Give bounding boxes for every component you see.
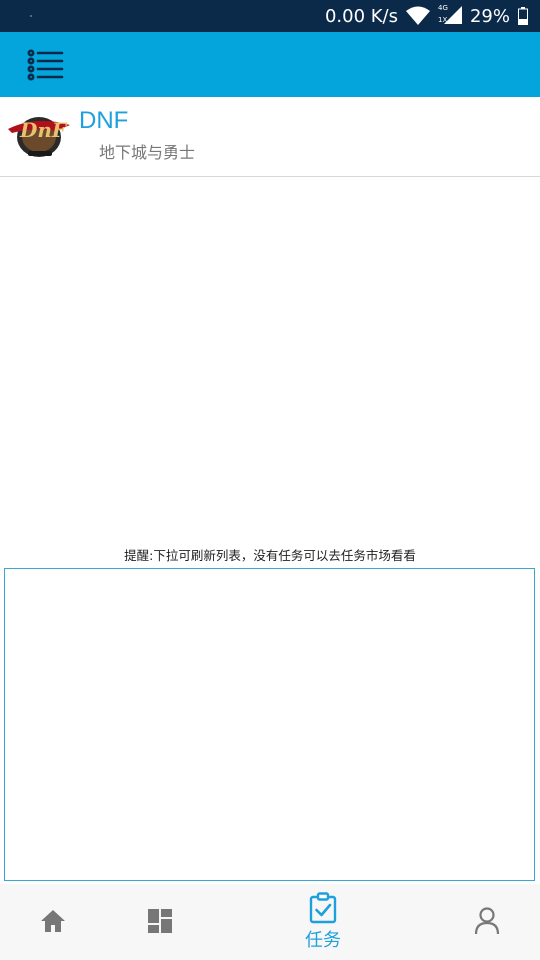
cellular-signal-icon: 4G 1X xyxy=(437,4,462,26)
status-bar: 0.00 K/s 4G 1X 29% xyxy=(0,0,540,32)
list-menu-icon xyxy=(27,49,64,81)
notification-dot xyxy=(30,15,32,17)
game-name: DNF xyxy=(79,107,129,134)
menu-button[interactable] xyxy=(24,46,68,84)
network-speed: 0.00 K/s xyxy=(324,5,398,27)
sim-slot-label: 1X xyxy=(437,16,448,24)
game-subtitle: 地下城与勇士 xyxy=(99,143,196,162)
battery-level: 29% xyxy=(469,5,510,27)
network-type-label: 4G xyxy=(437,4,448,12)
task-list[interactable] xyxy=(4,568,535,881)
nav-home[interactable] xyxy=(23,884,83,960)
bottom-nav: 任务 xyxy=(0,884,540,960)
dashboard-icon xyxy=(148,909,172,933)
user-icon xyxy=(474,907,500,935)
game-header[interactable]: DnF DNF 地下城与勇士 xyxy=(0,97,540,177)
game-logo: DnF xyxy=(6,107,72,163)
app-bar xyxy=(0,32,540,97)
nav-tasks-label: 任务 xyxy=(305,930,341,951)
wifi-icon xyxy=(405,6,430,26)
nav-tasks[interactable]: 任务 xyxy=(288,884,358,960)
clipboard-check-icon xyxy=(309,892,337,924)
refresh-reminder: 提醒:下拉可刷新列表，没有任务可以去任务市场看看 xyxy=(124,548,416,563)
nav-dashboard[interactable] xyxy=(130,884,190,960)
nav-profile[interactable] xyxy=(457,884,517,960)
home-icon xyxy=(41,910,65,932)
logo-text: DnF xyxy=(19,118,68,142)
battery-icon xyxy=(518,7,528,25)
